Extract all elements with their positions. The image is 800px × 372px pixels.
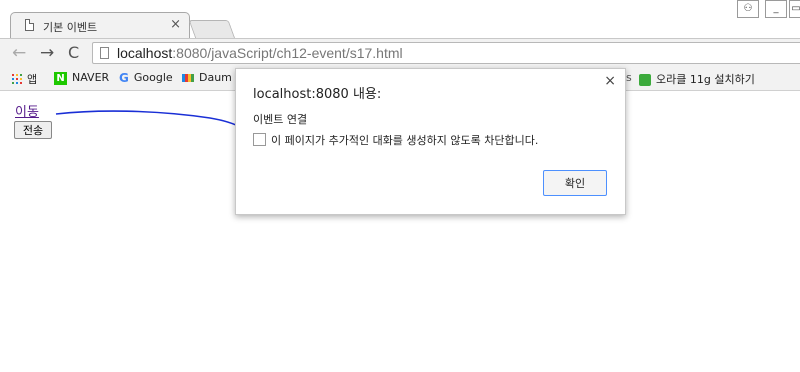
dialog-close-icon[interactable]: × xyxy=(604,73,616,89)
dialog-title: localhost:8080 내용: xyxy=(253,87,382,102)
suppress-dialogs-checkbox[interactable] xyxy=(253,133,266,146)
dialog-message: 이벤트 연결 xyxy=(253,113,308,126)
alert-dialog: localhost:8080 내용: × 이벤트 연결 이 페이지가 추가적인 … xyxy=(235,68,626,215)
ok-button[interactable]: 확인 xyxy=(543,170,607,196)
suppress-dialogs-label[interactable]: 이 페이지가 추가적인 대화를 생성하지 않도록 차단합니다. xyxy=(271,132,538,148)
